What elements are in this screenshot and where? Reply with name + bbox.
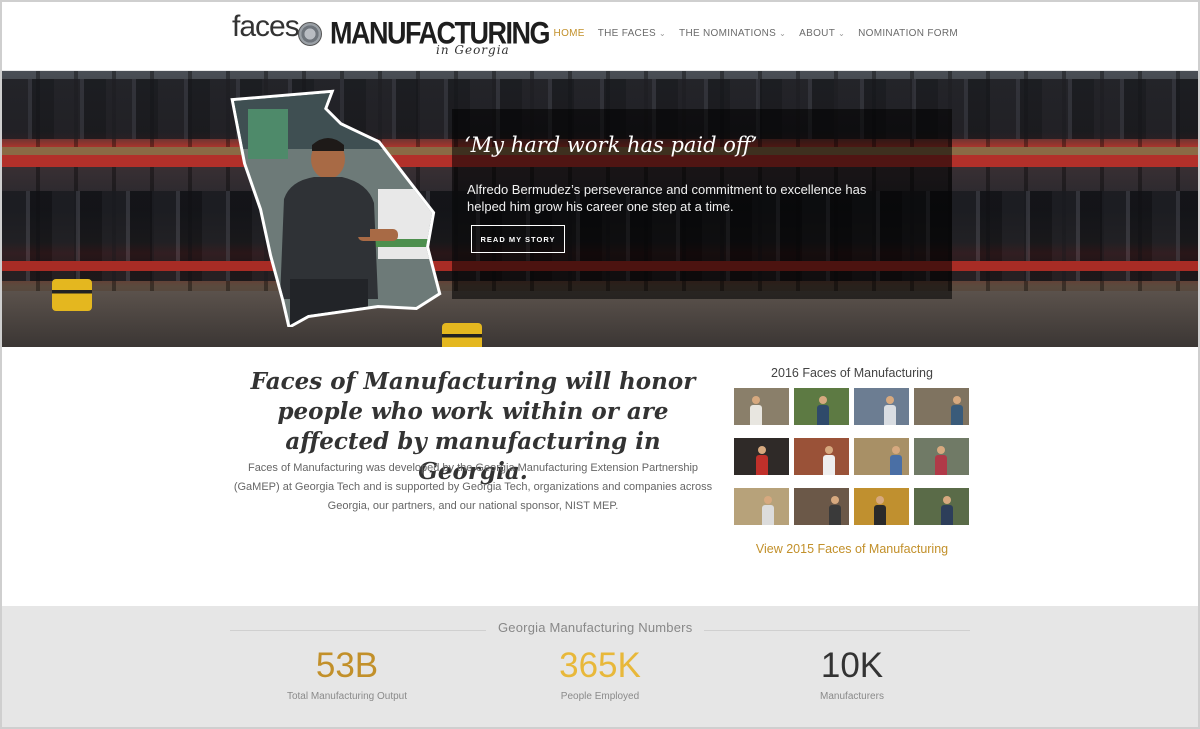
chevron-down-icon: ⌄: [779, 29, 787, 38]
faces-gallery: [734, 388, 974, 525]
stat-people-employed: 365K People Employed: [500, 646, 700, 702]
stats-section: Georgia Manufacturing Numbers 53B Total …: [2, 606, 1198, 727]
thumbnail-person-body: [762, 505, 774, 525]
thumbnail-person-body: [874, 505, 886, 525]
thumbnail-person-head: [892, 446, 900, 454]
stat-total-output: 53B Total Manufacturing Output: [247, 646, 447, 702]
chevron-down-icon: ⌄: [659, 29, 667, 38]
thumbnail-person-head: [886, 396, 894, 404]
site-header: faces of MANUFACTURING in Georgia HOME T…: [2, 2, 1198, 71]
face-thumbnail[interactable]: [794, 388, 849, 425]
chevron-down-icon: ⌄: [838, 29, 846, 38]
thumbnail-person-body: [951, 405, 963, 425]
main-nav: HOME THE FACES ⌄ THE NOMINATIONS ⌄ ABOUT ⌄ …: [554, 28, 958, 39]
face-thumbnail[interactable]: [794, 438, 849, 475]
face-thumbnail[interactable]: [914, 438, 969, 475]
thumbnail-person-head: [819, 396, 827, 404]
stat-manufacturers: 10K Manufacturers: [752, 646, 952, 702]
face-thumbnail[interactable]: [854, 488, 909, 525]
nav-item-home[interactable]: HOME: [554, 28, 585, 39]
face-thumbnail[interactable]: [914, 488, 969, 525]
face-thumbnail[interactable]: [854, 438, 909, 475]
logo-word-faces: faces: [232, 10, 300, 43]
nav-label: HOME: [553, 28, 585, 39]
hero-floor: [2, 291, 1198, 347]
intro-body: Faces of Manufacturing was developed by …: [233, 462, 713, 512]
site-logo[interactable]: faces of MANUFACTURING in Georgia: [232, 10, 550, 62]
view-2015-faces-link[interactable]: View 2015 Faces of Manufacturing: [734, 542, 970, 556]
nav-label: THE FACES: [597, 28, 657, 39]
nav-item-nomination-form[interactable]: NOMINATION FORM: [858, 28, 958, 39]
georgia-state-portrait: [230, 89, 442, 327]
face-thumbnail[interactable]: [734, 438, 789, 475]
thumbnail-person-head: [937, 446, 945, 454]
face-thumbnail[interactable]: [914, 388, 969, 425]
stat-label: Total Manufacturing Output: [286, 691, 408, 702]
stat-value: 53B: [315, 646, 379, 685]
thumbnail-person-body: [890, 455, 902, 475]
face-thumbnail[interactable]: [734, 488, 789, 525]
nav-item-the-faces[interactable]: THE FACES ⌄: [598, 28, 666, 39]
hero-quote: ‘My hard work has paid off’: [464, 133, 758, 157]
thumbnail-person-head: [876, 496, 884, 504]
face-thumbnail[interactable]: [854, 388, 909, 425]
hero-banner: ‘My hard work has paid off’ Alfredo Berm…: [2, 71, 1198, 347]
stat-value: 365K: [559, 646, 641, 685]
thumbnail-person-body: [823, 455, 835, 475]
barrel-icon: [52, 279, 92, 311]
nav-label: ABOUT: [799, 28, 836, 39]
thumbnail-person-body: [941, 505, 953, 525]
thumbnail-person-body: [829, 505, 841, 525]
thumbnail-person-head: [764, 496, 772, 504]
thumbnail-person-head: [758, 446, 766, 454]
gallery-title: 2016 Faces of Manufacturing: [771, 366, 933, 380]
thumbnail-person-body: [817, 405, 829, 425]
thumbnail-person-body: [935, 455, 947, 475]
intro-section: Faces of Manufacturing will honor people…: [2, 347, 1198, 606]
thumbnail-person-head: [825, 446, 833, 454]
nav-item-the-nominations[interactable]: THE NOMINATIONS ⌄: [679, 28, 786, 39]
logo-location: in Georgia: [436, 43, 510, 57]
nav-label: THE NOMINATIONS: [679, 28, 777, 39]
stats-title: Georgia Manufacturing Numbers: [486, 620, 705, 635]
thumbnail-person-body: [884, 405, 896, 425]
thumbnail-person-head: [953, 396, 961, 404]
face-thumbnail[interactable]: [734, 388, 789, 425]
thumbnail-person-head: [752, 396, 760, 404]
thumbnail-person-head: [831, 496, 839, 504]
thumbnail-person-body: [750, 405, 762, 425]
face-thumbnail[interactable]: [794, 488, 849, 525]
nav-label: NOMINATION FORM: [858, 28, 958, 39]
stat-label: Manufacturers: [820, 691, 884, 702]
thumbnail-person-head: [943, 496, 951, 504]
browser-page: faces of MANUFACTURING in Georgia HOME T…: [0, 0, 1200, 729]
stat-value: 10K: [820, 646, 884, 685]
nav-item-about[interactable]: ABOUT ⌄: [799, 28, 845, 39]
stat-label: People Employed: [560, 691, 640, 702]
thumbnail-person-body: [756, 455, 768, 475]
read-my-story-button[interactable]: READ MY STORY: [471, 225, 565, 253]
hero-description: Alfredo Bermudez’s perseverance and comm…: [467, 182, 867, 214]
